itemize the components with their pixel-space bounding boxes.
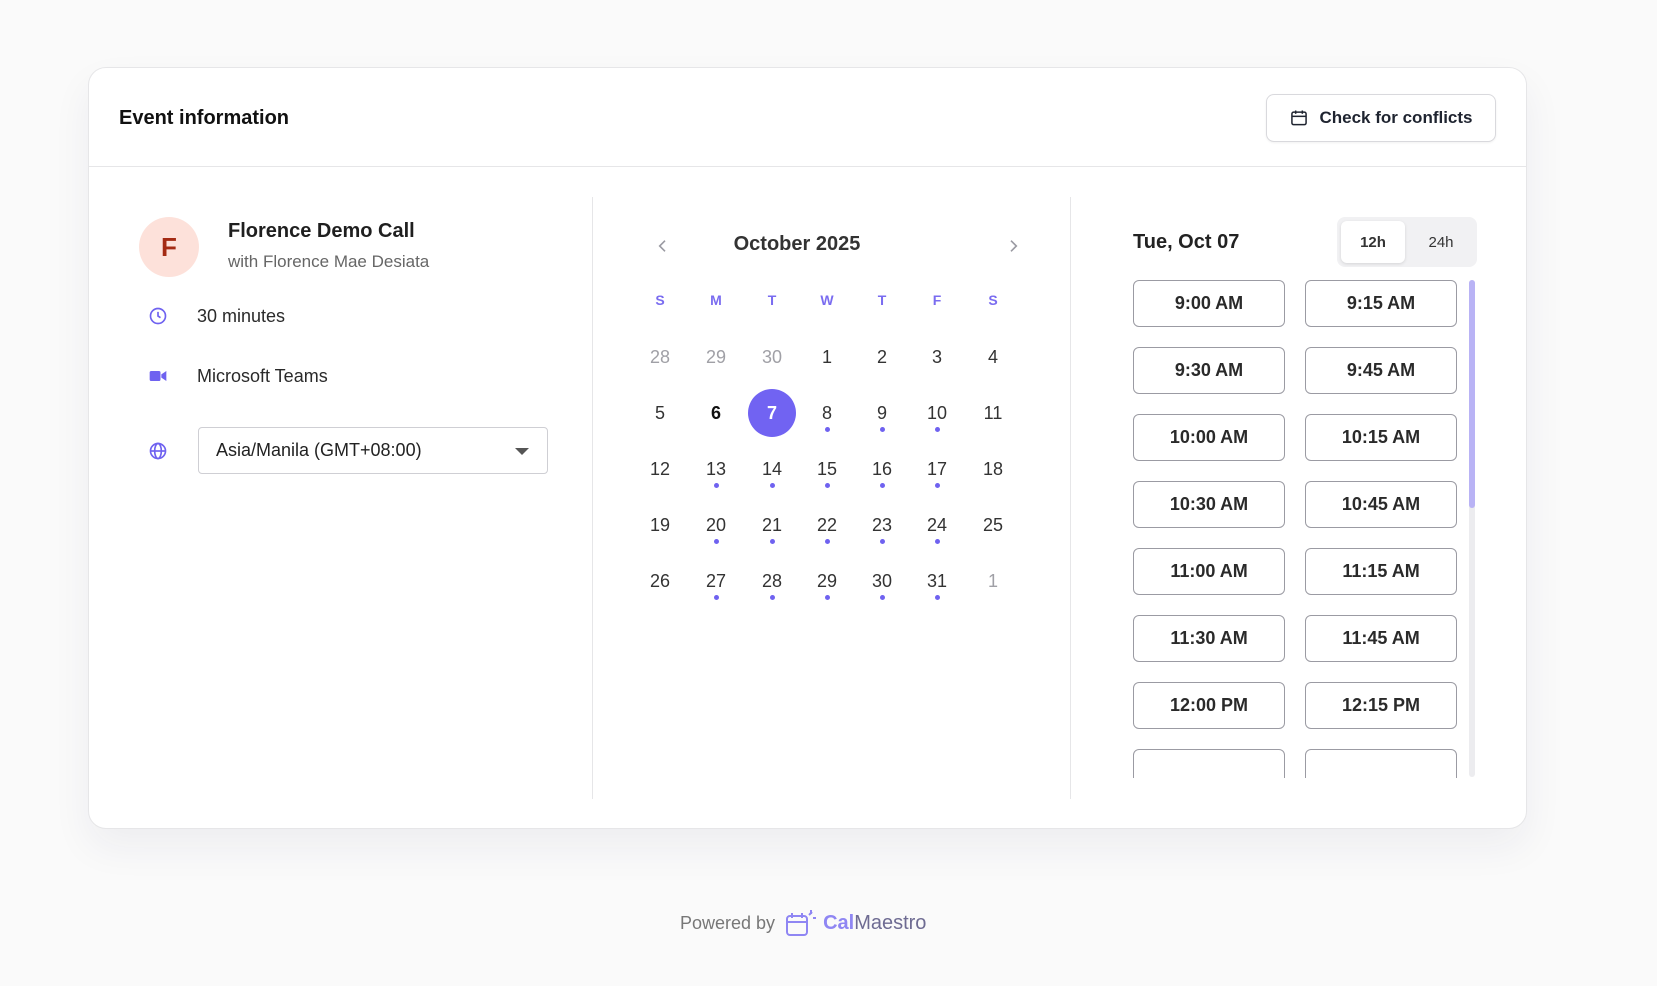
location-row: Microsoft Teams [147,365,328,387]
chevron-left-icon [658,240,666,252]
calendar-day[interactable]: 5 [636,389,684,437]
time-slot-button[interactable]: 9:30 AM [1133,347,1285,394]
format-24h-option[interactable]: 24h [1409,221,1473,263]
time-slot-button[interactable]: 11:45 AM [1305,615,1457,662]
card-header: Event information Check for conflicts [89,68,1526,167]
time-slot-button[interactable]: 11:30 AM [1133,615,1285,662]
duration-text: 30 minutes [197,305,286,326]
availability-dot [825,427,830,432]
chevron-down-icon [515,448,529,455]
host-avatar: F [139,217,199,277]
scrollbar-thumb[interactable] [1469,280,1475,508]
check-conflicts-label: Check for conflicts [1319,108,1473,127]
calendar-day[interactable]: 1 [803,333,851,381]
event-host: with Florence Mae Desiata [228,252,430,271]
calendar-day[interactable]: 19 [636,501,684,549]
column-divider [592,197,593,799]
time-slot-button[interactable]: 10:00 AM [1133,414,1285,461]
availability-dot [880,539,885,544]
event-name: Florence Demo Call [228,220,415,242]
time-slot-button[interactable] [1305,749,1457,778]
prev-month-button[interactable] [650,233,676,259]
weekday-label: T [877,292,887,308]
availability-dot [935,483,940,488]
time-slot-button[interactable]: 10:45 AM [1305,481,1457,528]
weekday-label: W [820,292,834,308]
calendar-day[interactable]: 18 [969,445,1017,493]
availability-dot [770,483,775,488]
calendar-day[interactable]: 11 [969,389,1017,437]
brand-cal: Cal [823,911,855,934]
powered-by-text: Powered by [680,912,776,933]
time-slot-button[interactable]: 10:30 AM [1133,481,1285,528]
card-title: Event information [119,107,290,129]
availability-dot [880,427,885,432]
time-slot-list: 9:00 AM 9:15 AM 9:30 AM 9:45 AM 10:00 AM 10:1… [1133,278,1463,778]
availability-dot [770,595,775,600]
calendar-day[interactable]: 2 [858,333,906,381]
calendar-day[interactable]: 25 [969,501,1017,549]
weekday-label: S [988,292,998,308]
calendar-sparkle-icon [786,910,817,936]
format-12h-option[interactable]: 12h [1341,221,1405,263]
time-slot-button[interactable]: 11:15 AM [1305,548,1457,595]
weekday-label: F [932,292,942,308]
calendar-day[interactable]: 4 [969,333,1017,381]
availability-dot [714,539,719,544]
time-slot-button[interactable]: 9:15 AM [1305,280,1457,327]
weekday-label: M [710,292,722,308]
calendar-day[interactable]: 29 [692,333,740,381]
event-card: Event information Check for conflicts F … [88,67,1527,829]
time-slot-button[interactable]: 11:00 AM [1133,548,1285,595]
brand-maestro: Maestro [854,911,927,934]
availability-dot [825,595,830,600]
calendar-icon [1291,110,1308,126]
time-slot-button[interactable]: 12:00 PM [1133,682,1285,729]
timezone-value: Asia/Manila (GMT+08:00) [216,440,422,460]
check-conflicts-button[interactable]: Check for conflicts [1266,94,1496,142]
calendar-day[interactable]: 30 [748,333,796,381]
time-slot-button[interactable]: 12:15 PM [1305,682,1457,729]
video-camera-icon [147,365,169,387]
next-month-button[interactable] [1000,233,1026,259]
availability-dot [880,595,885,600]
duration-row: 30 minutes [147,305,285,327]
availability-dot [825,539,830,544]
brand-logo[interactable]: Cal Maestro [785,908,926,938]
calendar-day[interactable]: 6 [692,389,740,437]
availability-dot [935,539,940,544]
calendar-day-selected[interactable]: 7 [748,389,796,437]
weekday-label: T [767,292,777,308]
availability-dot [714,483,719,488]
calendar-day[interactable]: 28 [636,333,684,381]
calendar-day[interactable]: 26 [636,557,684,605]
calendar-day[interactable]: 12 [636,445,684,493]
availability-dot [935,595,940,600]
timezone-row [147,440,169,462]
time-slot-button[interactable] [1133,749,1285,778]
calendar-day[interactable]: 1 [969,557,1017,605]
availability-dot [935,427,940,432]
time-slot-button[interactable]: 9:45 AM [1305,347,1457,394]
powered-by-footer: Powered by Cal Maestro [680,908,926,938]
time-slot-button[interactable]: 9:00 AM [1133,280,1285,327]
calendar-day[interactable]: 3 [913,333,961,381]
selected-date-heading: Tue, Oct 07 [1133,231,1240,253]
availability-dot [825,483,830,488]
availability-dot [770,539,775,544]
globe-icon [147,440,169,462]
column-divider [1070,197,1071,799]
month-label: October 2025 [733,233,861,255]
clock-icon [147,305,169,327]
availability-dot [880,483,885,488]
location-text: Microsoft Teams [197,365,328,386]
time-slot-button[interactable]: 10:15 AM [1305,414,1457,461]
time-format-toggle: 12h 24h [1337,217,1477,267]
slots-scrollbar[interactable] [1469,280,1475,777]
chevron-right-icon [1010,240,1018,252]
weekday-label: S [655,292,665,308]
timezone-select[interactable]: Asia/Manila (GMT+08:00) [198,427,548,474]
availability-dot [714,595,719,600]
